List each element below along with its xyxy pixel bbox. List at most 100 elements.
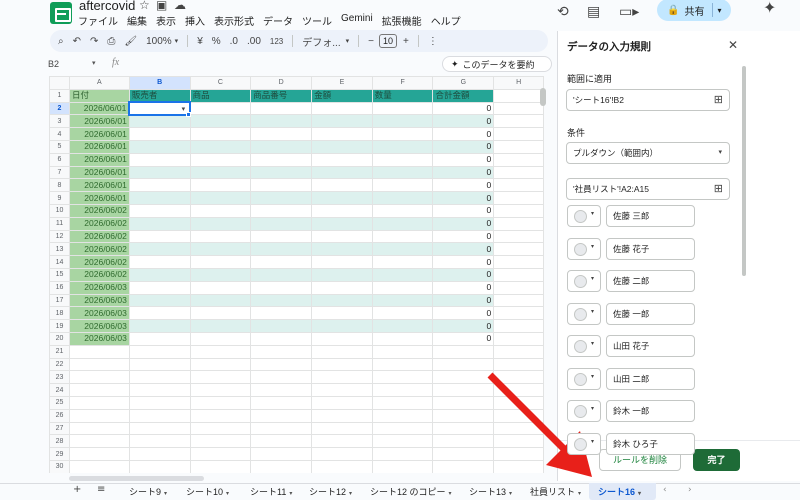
cell-d7[interactable] bbox=[250, 165, 313, 180]
font-size-decrease-button[interactable]: − bbox=[368, 36, 374, 47]
cell-g9[interactable]: 0 bbox=[432, 191, 495, 205]
gemini-sparkle-icon[interactable]: ✦ bbox=[763, 0, 776, 17]
cell-f13[interactable] bbox=[371, 242, 434, 257]
increase-decimal-button[interactable]: .00 bbox=[247, 36, 261, 47]
menu-extensions[interactable]: 拡張機能 bbox=[382, 13, 422, 28]
cell-f30[interactable] bbox=[371, 459, 434, 473]
cell-c6[interactable] bbox=[189, 152, 252, 167]
menu-insert[interactable]: 挿入 bbox=[185, 13, 205, 28]
scroll-tabs-left-icon[interactable]: ‹ bbox=[663, 485, 667, 495]
cell-a25[interactable] bbox=[68, 395, 130, 410]
cell-b15[interactable] bbox=[128, 267, 191, 282]
cell-e18[interactable] bbox=[311, 306, 373, 321]
sheet-tab[interactable]: 社員リスト ▾ bbox=[530, 485, 581, 498]
cell-d21[interactable] bbox=[250, 344, 313, 359]
option-color-picker[interactable]: ▾ bbox=[567, 400, 601, 422]
cell-a29[interactable] bbox=[68, 447, 130, 461]
font-select[interactable]: デフォ... bbox=[302, 34, 340, 49]
close-icon[interactable]: ✕ bbox=[728, 38, 738, 52]
sheet-tab[interactable]: シート10 ▾ bbox=[186, 485, 229, 498]
cell-g2[interactable]: 0 bbox=[432, 101, 495, 116]
column-header-b[interactable]: B bbox=[128, 76, 191, 90]
star-icon[interactable]: ☆ bbox=[139, 0, 150, 12]
cell-c30[interactable] bbox=[189, 459, 252, 473]
cell-f16[interactable] bbox=[371, 280, 434, 295]
cell-b7[interactable] bbox=[128, 165, 191, 180]
cell-a23[interactable] bbox=[68, 370, 130, 385]
cell-d19[interactable] bbox=[250, 319, 313, 333]
cell-d2[interactable] bbox=[250, 101, 313, 116]
cell-e11[interactable] bbox=[311, 216, 373, 231]
history-icon[interactable]: ⟲ bbox=[557, 4, 569, 20]
comment-icon[interactable]: ▤ bbox=[587, 4, 600, 20]
cell-a18[interactable]: 2026/06/03 bbox=[68, 306, 130, 321]
vertical-scrollbar[interactable] bbox=[540, 88, 546, 106]
cell-b9[interactable] bbox=[128, 191, 191, 205]
cell-d23[interactable] bbox=[250, 370, 313, 385]
row-header[interactable]: 17 bbox=[49, 293, 70, 308]
cell-f9[interactable] bbox=[371, 191, 434, 205]
cell-b24[interactable] bbox=[128, 383, 191, 397]
cell-f17[interactable] bbox=[371, 293, 434, 308]
zoom-chevron-icon[interactable]: ▾ bbox=[175, 37, 179, 45]
cell-c7[interactable] bbox=[189, 165, 252, 180]
cell-d20[interactable] bbox=[250, 331, 313, 346]
all-sheets-icon[interactable]: ≡ bbox=[97, 484, 105, 495]
cell-f7[interactable] bbox=[371, 165, 434, 180]
cell-b2[interactable]: ▾ bbox=[128, 101, 192, 116]
cell-d24[interactable] bbox=[250, 383, 313, 397]
cell-g19[interactable]: 0 bbox=[432, 319, 495, 333]
cell-a6[interactable]: 2026/06/01 bbox=[68, 152, 130, 167]
select-range-icon[interactable]: ⊞ bbox=[714, 179, 723, 199]
cell-b17[interactable] bbox=[128, 293, 191, 308]
row-header[interactable]: 21 bbox=[49, 344, 70, 359]
cell-f3[interactable] bbox=[371, 114, 434, 129]
cell-d17[interactable] bbox=[250, 293, 313, 308]
cell-d6[interactable] bbox=[250, 152, 313, 167]
cell-b10[interactable] bbox=[128, 203, 191, 218]
cell-c4[interactable] bbox=[189, 127, 252, 141]
sheet-tab[interactable]: シート13 ▾ bbox=[469, 485, 512, 498]
header-cell-e[interactable]: 金額 bbox=[311, 88, 373, 103]
row-header[interactable]: 5 bbox=[49, 139, 70, 154]
cell-a3[interactable]: 2026/06/01 bbox=[68, 114, 130, 129]
menu-help[interactable]: ヘルプ bbox=[431, 13, 461, 28]
row-header[interactable]: 4 bbox=[49, 127, 70, 141]
menu-edit[interactable]: 編集 bbox=[127, 13, 147, 28]
cell-a20[interactable]: 2026/06/03 bbox=[68, 331, 130, 346]
cell-a9[interactable]: 2026/06/01 bbox=[68, 191, 130, 205]
panel-scrollbar[interactable] bbox=[742, 66, 746, 276]
fill-handle[interactable] bbox=[186, 112, 191, 117]
cell-f22[interactable] bbox=[371, 357, 434, 372]
header-cell-a[interactable]: 日付 bbox=[68, 88, 130, 103]
option-color-picker[interactable]: ▾ bbox=[567, 335, 601, 357]
header-cell-b[interactable]: 販売者 bbox=[128, 88, 191, 103]
cell-a13[interactable]: 2026/06/02 bbox=[68, 242, 130, 257]
option-color-picker[interactable]: ▾ bbox=[567, 205, 601, 227]
cell-b18[interactable] bbox=[128, 306, 191, 321]
option-value-input[interactable]: 佐藤 一郎 bbox=[606, 302, 695, 325]
cell-b23[interactable] bbox=[128, 370, 191, 385]
column-header-f[interactable]: F bbox=[371, 76, 434, 90]
row-header[interactable]: 18 bbox=[49, 306, 70, 321]
cell-c23[interactable] bbox=[189, 370, 252, 385]
criteria-select[interactable]: プルダウン（範囲内） ▾ bbox=[566, 142, 730, 164]
cell-b11[interactable] bbox=[128, 216, 191, 231]
print-icon[interactable]: ⎙ bbox=[107, 36, 115, 47]
cell-e17[interactable] bbox=[311, 293, 373, 308]
percent-format-button[interactable]: % bbox=[212, 36, 221, 47]
cell-f11[interactable] bbox=[371, 216, 434, 231]
move-folder-icon[interactable]: ▣ bbox=[156, 0, 167, 12]
cell-f8[interactable] bbox=[371, 178, 434, 193]
cell-a30[interactable] bbox=[68, 459, 130, 473]
cell-g3[interactable]: 0 bbox=[432, 114, 495, 129]
cell-f27[interactable] bbox=[371, 421, 434, 436]
cell-h9[interactable] bbox=[493, 191, 544, 205]
cell-f21[interactable] bbox=[371, 344, 434, 359]
video-call-icon[interactable]: ▭▸ bbox=[619, 4, 639, 20]
cell-b26[interactable] bbox=[128, 408, 191, 423]
cell-a17[interactable]: 2026/06/03 bbox=[68, 293, 130, 308]
row-header[interactable]: 12 bbox=[49, 229, 70, 244]
tab-menu-chevron-icon[interactable]: ▾ bbox=[578, 491, 581, 497]
cell-e29[interactable] bbox=[311, 447, 373, 461]
